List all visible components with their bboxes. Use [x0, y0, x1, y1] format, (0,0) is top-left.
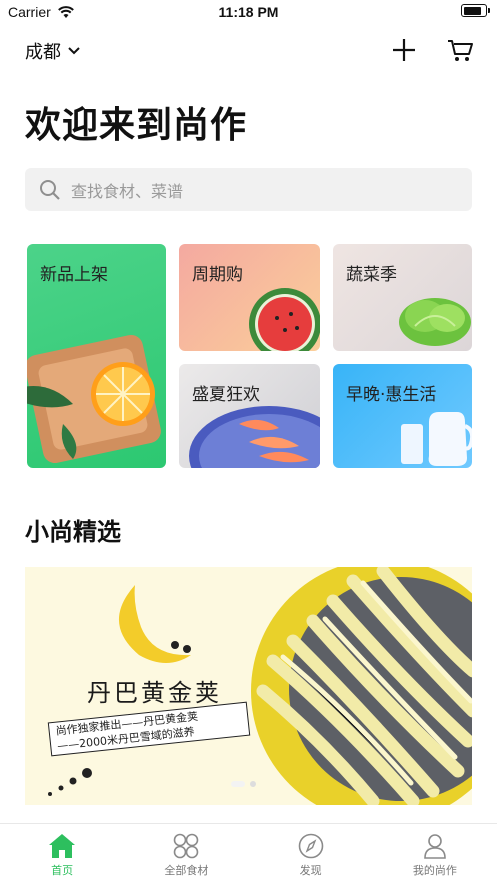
tab-bar: 首页 全部食材 发现 我的尚作 [0, 823, 497, 883]
tab-profile[interactable]: 我的尚作 [373, 824, 497, 883]
chevron-down-icon [68, 47, 80, 55]
tab-all-ingredients[interactable]: 全部食材 [124, 824, 248, 883]
orange-tray-image [27, 334, 161, 464]
category-new-arrivals[interactable]: 新品上架 [27, 244, 166, 468]
shrimp-plate-image [189, 406, 320, 468]
home-icon [49, 834, 76, 858]
user-icon [424, 834, 446, 859]
moon-logo-image [118, 585, 191, 663]
banner-product-name: 丹巴黄金荚 [87, 679, 222, 707]
page-title: 欢迎来到尚作 [25, 105, 248, 146]
cart-icon[interactable] [446, 36, 474, 64]
grid-icon [174, 833, 199, 859]
tab-label: 发现 [299, 864, 322, 877]
carousel-indicator[interactable] [231, 781, 256, 787]
tab-label: 我的尚作 [412, 864, 457, 877]
category-label: 早晚·惠生活 [346, 385, 437, 405]
city-label: 成都 [25, 42, 61, 63]
search-input[interactable]: 查找食材、菜谱 [25, 168, 472, 211]
status-time: 11:18 PM [218, 4, 279, 20]
category-label: 蔬菜季 [346, 265, 397, 285]
decorative-dots [48, 768, 92, 796]
search-placeholder: 查找食材、菜谱 [71, 181, 184, 201]
category-label: 新品上架 [40, 265, 108, 285]
search-icon [40, 179, 60, 200]
battery-icon [461, 4, 490, 17]
milk-jug-image [401, 412, 472, 466]
status-right [461, 4, 490, 17]
add-button[interactable] [390, 36, 418, 64]
category-daily-life[interactable]: 早晚·惠生活 [333, 364, 472, 468]
city-selector[interactable]: 成都 [25, 38, 81, 64]
status-bar: Carrier 11:18 PM [0, 0, 497, 26]
tab-label: 全部食材 [164, 864, 209, 877]
category-subscription[interactable]: 周期购 [179, 244, 320, 351]
category-label: 周期购 [192, 265, 243, 285]
tab-home[interactable]: 首页 [0, 824, 124, 883]
tab-discover[interactable]: 发现 [249, 824, 373, 883]
battery-level [463, 6, 481, 15]
compass-icon [298, 833, 323, 859]
category-vegetables[interactable]: 蔬菜季 [333, 244, 472, 351]
category-summer-sale[interactable]: 盛夏狂欢 [179, 364, 320, 468]
featured-banner[interactable]: 丹巴黄金荚 尚作独家推出——丹巴黄金荚 ——2000米丹巴雪域的滋养 [25, 567, 472, 805]
lettuce-image [399, 298, 471, 346]
banner-tagline: 尚作独家推出——丹巴黄金荚 ——2000米丹巴雪域的滋养 [47, 701, 251, 757]
section-title: 小尚精选 [25, 518, 121, 546]
carousel-dot-active[interactable] [231, 781, 245, 787]
watermelon-image [249, 288, 320, 351]
beans-plate-image [251, 567, 472, 805]
tab-label: 首页 [51, 864, 74, 877]
carousel-dot[interactable] [250, 781, 256, 787]
